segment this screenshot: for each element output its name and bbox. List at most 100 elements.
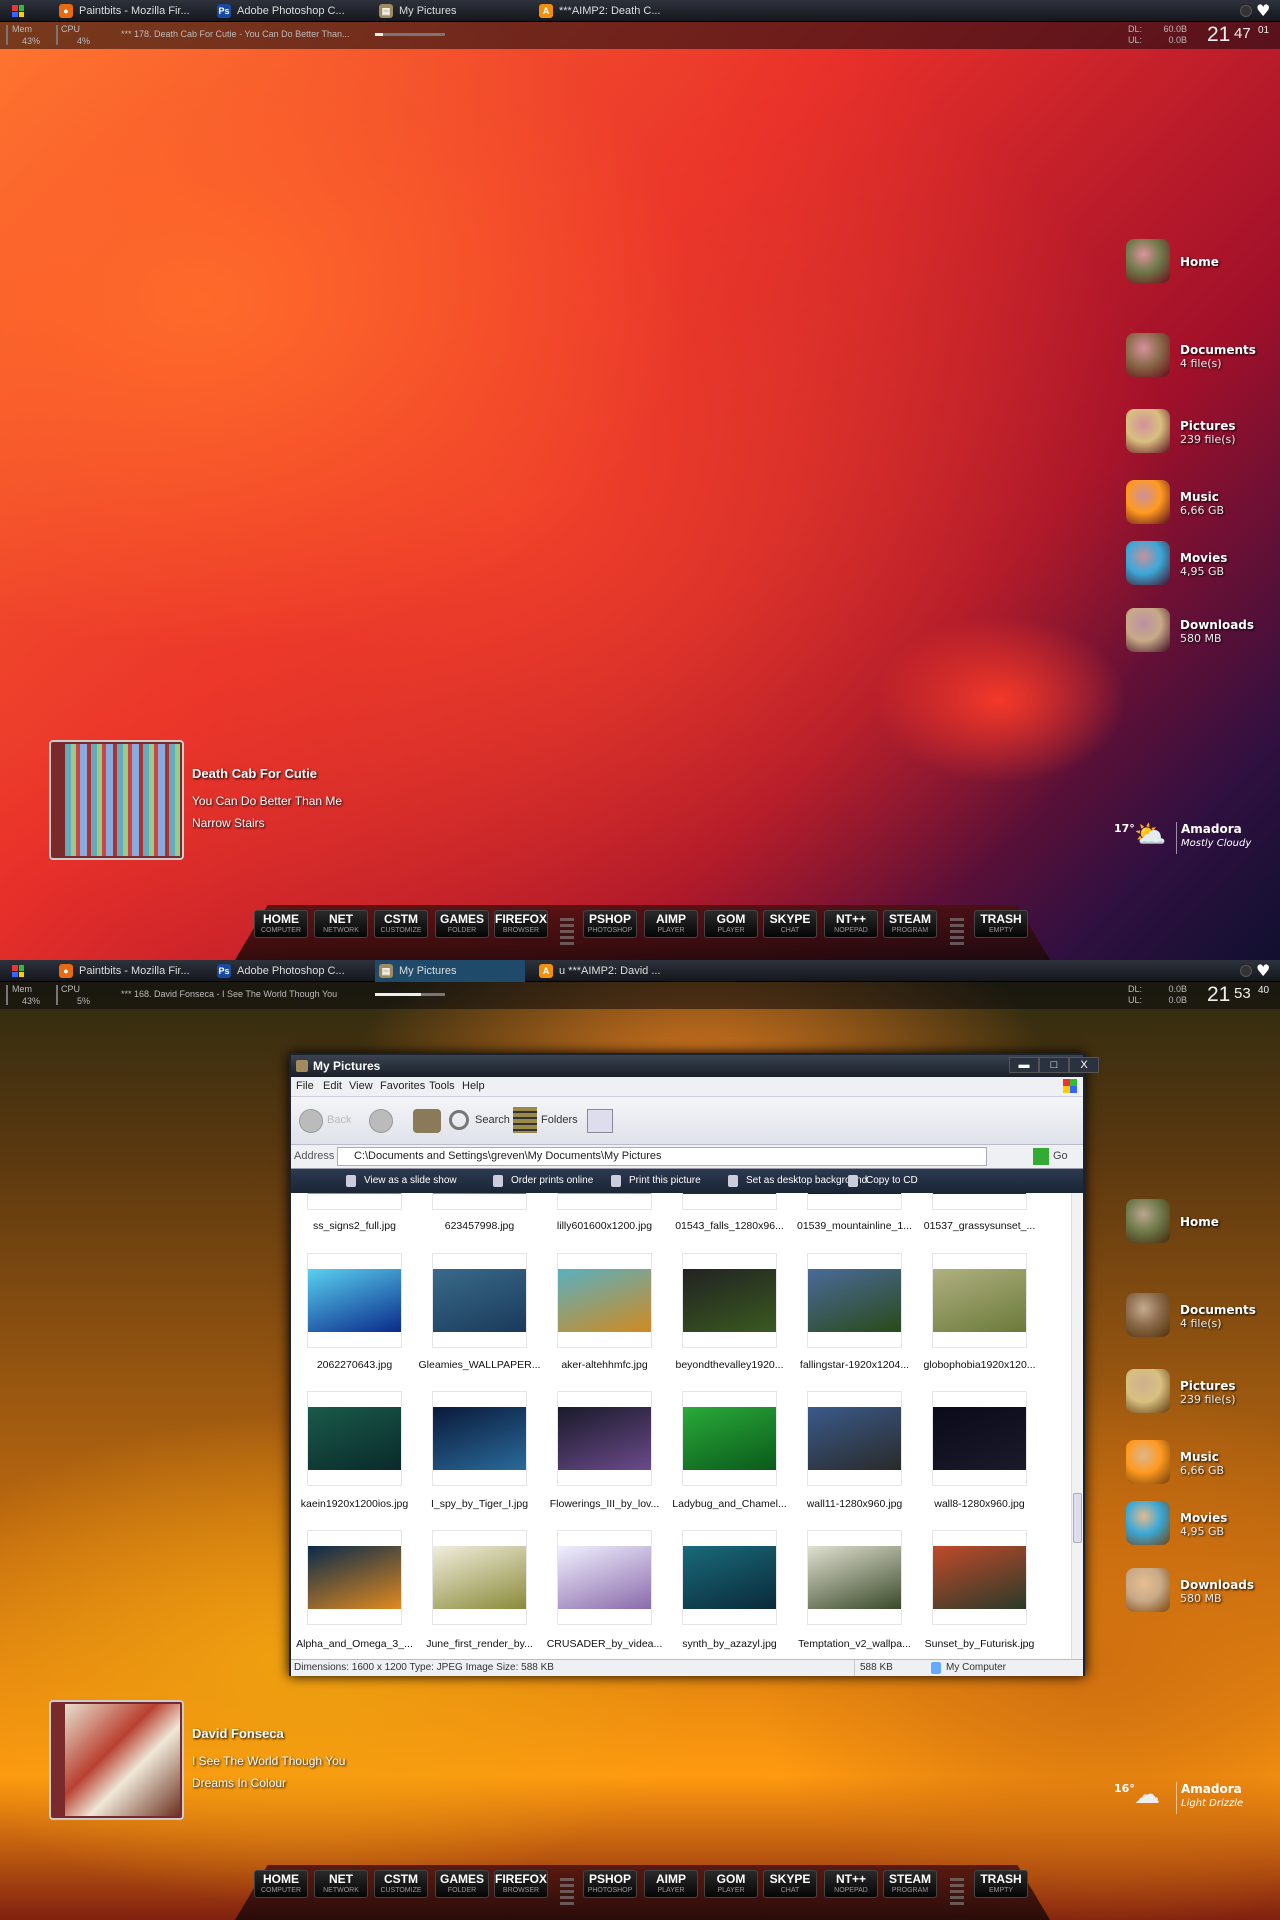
file-thumbnail[interactable] [682, 1391, 777, 1486]
dock-button-firefox[interactable]: FIREFOX BROWSER [494, 1870, 548, 1898]
file-thumbnail[interactable] [932, 1193, 1027, 1210]
dock-button-pshop[interactable]: PSHOP PHOTOSHOP [583, 910, 637, 938]
taskbar-tab[interactable]: Ps Adobe Photoshop C... [213, 960, 363, 982]
file-name[interactable]: Flowerings_III_by_lov... [542, 1498, 667, 1510]
desktop-icon-music[interactable]: Music 6,66 GB [1126, 1440, 1280, 1490]
dock-button-games[interactable]: GAMES FOLDER [435, 1870, 489, 1898]
track-progress-bar[interactable] [375, 33, 445, 36]
file-name[interactable]: Alpha_and_Omega_3_... [292, 1638, 417, 1650]
file-name[interactable]: Temptation_v2_wallpa... [792, 1638, 917, 1650]
file-thumbnail[interactable] [932, 1391, 1027, 1486]
weather-widget[interactable]: 17° ⛅ Amadora Mostly Cloudy [1114, 818, 1280, 858]
file-name[interactable]: 01543_falls_1280x96... [667, 1220, 792, 1232]
file-thumbnail[interactable] [682, 1193, 777, 1210]
dock-button-net[interactable]: NET NETWORK [314, 1870, 368, 1898]
file-name[interactable]: 623457998.jpg [417, 1220, 542, 1232]
desktop-icon-home[interactable]: Home [1126, 239, 1280, 289]
file-thumbnail[interactable] [432, 1530, 527, 1625]
file-thumbnail[interactable] [557, 1391, 652, 1486]
scrollbar-thumb[interactable] [1073, 1493, 1082, 1543]
desktop-icon-downloads[interactable]: Downloads 580 MB [1126, 608, 1280, 658]
menu-favorites[interactable]: Favorites [380, 1080, 425, 1092]
address-input[interactable]: C:\Documents and Settings\greven\My Docu… [337, 1147, 987, 1166]
vertical-scrollbar[interactable] [1071, 1193, 1083, 1659]
file-name[interactable]: fallingstar-1920x1204... [792, 1359, 917, 1371]
file-name[interactable]: 01539_mountainline_1... [792, 1220, 917, 1232]
file-thumbnail[interactable] [432, 1253, 527, 1348]
taskbar-tab[interactable]: ● Paintbits - Mozilla Fir... [55, 960, 205, 982]
file-thumbnail[interactable] [807, 1530, 902, 1625]
dock-button-trash[interactable]: TRASH EMPTY [974, 910, 1028, 938]
dock-button-cstm[interactable]: CSTM CUSTOMIZE [374, 910, 428, 938]
dock-button-aimp[interactable]: AIMP PLAYER [644, 910, 698, 938]
task-view-as-a-slide-show[interactable]: View as a slide show [364, 1175, 457, 1186]
menu-help[interactable]: Help [462, 1080, 485, 1092]
file-name[interactable]: I_spy_by_Tiger_I.jpg [417, 1498, 542, 1510]
file-name[interactable]: Sunset_by_Futurisk.jpg [917, 1638, 1042, 1650]
search-button[interactable]: Search [475, 1114, 510, 1126]
up-folder-icon[interactable] [413, 1109, 441, 1133]
menu-tools[interactable]: Tools [429, 1080, 455, 1092]
file-thumbnail[interactable] [807, 1253, 902, 1348]
window-close-button[interactable]: X [1069, 1057, 1099, 1073]
forward-arrow-icon[interactable] [369, 1109, 393, 1133]
menu-edit[interactable]: Edit [323, 1080, 342, 1092]
dock-button-games[interactable]: GAMES FOLDER [435, 910, 489, 938]
desktop-icon-movies[interactable]: Movies 4,95 GB [1126, 1501, 1280, 1551]
file-name[interactable]: wall11-1280x960.jpg [792, 1498, 917, 1510]
file-thumbnail[interactable] [807, 1193, 902, 1210]
file-thumbnail[interactable] [307, 1530, 402, 1625]
desktop-icon-movies[interactable]: Movies 4,95 GB [1126, 541, 1280, 591]
file-thumbnail[interactable] [932, 1530, 1027, 1625]
file-thumbnail[interactable] [307, 1391, 402, 1486]
task-order-prints-online[interactable]: Order prints online [511, 1175, 593, 1186]
taskbar-tab[interactable]: ▤ My Pictures [375, 0, 525, 22]
taskbar-tab[interactable]: Au ***AIMP2: David ... [535, 960, 695, 982]
back-arrow-icon[interactable] [299, 1109, 323, 1133]
folders-button[interactable]: Folders [541, 1114, 578, 1126]
file-thumbnail[interactable] [682, 1253, 777, 1348]
desktop-icon-documents[interactable]: Documents 4 file(s) [1126, 333, 1280, 383]
desktop-icon-pictures[interactable]: Pictures 239 file(s) [1126, 409, 1280, 459]
tray-indicator-icon[interactable] [1240, 5, 1252, 17]
file-thumbnail[interactable] [432, 1193, 527, 1210]
dock-button-gom[interactable]: GOM PLAYER [704, 1870, 758, 1898]
album-art[interactable] [49, 1700, 184, 1820]
heart-icon[interactable]: ♥ [1256, 961, 1270, 980]
file-name[interactable]: lilly601600x1200.jpg [542, 1220, 667, 1232]
menu-view[interactable]: View [349, 1080, 373, 1092]
window-minimize-button[interactable]: ▬ [1009, 1057, 1039, 1073]
views-icon[interactable] [587, 1109, 613, 1133]
dock-button-gom[interactable]: GOM PLAYER [704, 910, 758, 938]
file-name[interactable]: June_first_render_by... [417, 1638, 542, 1650]
file-name[interactable]: ss_signs2_full.jpg [292, 1220, 417, 1232]
dock-button-steam[interactable]: STEAM PROGRAM [883, 1870, 937, 1898]
go-button[interactable]: Go [1053, 1150, 1068, 1162]
file-name[interactable]: beyondthevalley1920... [667, 1359, 792, 1371]
search-icon[interactable] [449, 1110, 469, 1130]
start-button[interactable] [12, 5, 24, 17]
file-thumbnail[interactable] [432, 1391, 527, 1486]
window-maximize-button[interactable]: □ [1039, 1057, 1069, 1073]
now-playing-track[interactable]: *** 168. David Fonseca - I See The World… [121, 989, 337, 999]
file-thumbnail[interactable] [807, 1391, 902, 1486]
file-name[interactable]: Ladybug_and_Chamel... [667, 1498, 792, 1510]
window-title-bar[interactable]: My Pictures [291, 1055, 1083, 1077]
album-art[interactable] [49, 740, 184, 860]
file-name[interactable]: globophobia1920x120... [917, 1359, 1042, 1371]
file-name[interactable]: CRUSADER_by_videa... [542, 1638, 667, 1650]
folders-icon[interactable] [513, 1107, 537, 1133]
desktop-icon-pictures[interactable]: Pictures 239 file(s) [1126, 1369, 1280, 1419]
dock-button-pshop[interactable]: PSHOP PHOTOSHOP [583, 1870, 637, 1898]
desktop-icon-home[interactable]: Home [1126, 1199, 1280, 1249]
go-arrow-icon[interactable] [1033, 1148, 1049, 1165]
task-copy-to-cd[interactable]: Copy to CD [866, 1175, 918, 1186]
dock-button-home[interactable]: HOME COMPUTER [254, 1870, 308, 1898]
menu-file[interactable]: File [296, 1080, 314, 1092]
file-thumbnail[interactable] [682, 1530, 777, 1625]
file-thumbnail[interactable] [932, 1253, 1027, 1348]
file-name[interactable]: 01537_grassysunset_... [917, 1220, 1042, 1232]
weather-widget[interactable]: 16° ☁ Amadora Light Drizzle [1114, 1778, 1280, 1818]
file-thumbnail[interactable] [557, 1193, 652, 1210]
dock-button-skype[interactable]: SKYPE CHAT [763, 910, 817, 938]
